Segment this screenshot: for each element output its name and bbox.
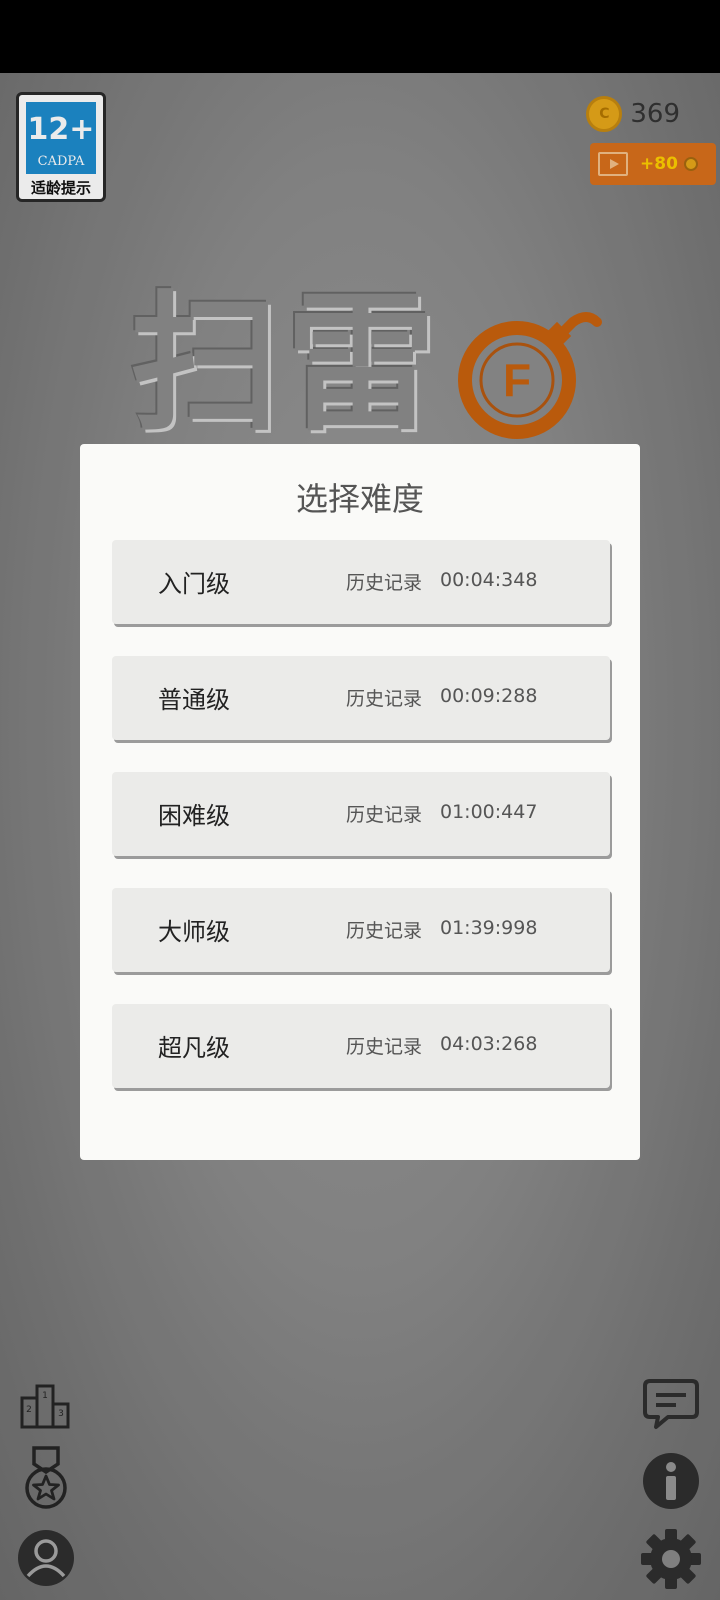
achievement-medal-icon[interactable] [22,1446,70,1510]
level-button-hard[interactable]: 困难级 历史记录 01:00:447 [112,772,610,856]
podium-number-3: 3 [58,1409,64,1419]
record-label: 历史记录 [346,1036,423,1058]
dialog-title: 选择难度 [295,480,424,518]
record-label: 历史记录 [346,572,423,594]
level-name: 困难级 [158,802,230,830]
record-time: 01:00:447 [440,801,538,823]
record-label: 历史记录 [346,920,423,942]
level-name: 大师级 [158,918,230,946]
level-name: 普通级 [158,686,230,714]
podium-number-1: 1 [42,1391,48,1401]
level-button-extraordinary[interactable]: 超凡级 历史记录 04:03:268 [112,1004,610,1088]
status-bar [0,0,720,73]
record-time: 00:09:288 [440,685,538,707]
feedback-message-icon[interactable] [642,1378,700,1430]
level-button-master[interactable]: 大师级 历史记录 01:39:998 [112,888,610,972]
podium-number-2: 2 [26,1405,32,1415]
difficulty-dialog: 选择难度 入门级 历史记录 00:04:348 普通级 历史记录 00:09:2… [80,444,640,1160]
level-button-beginner[interactable]: 入门级 历史记录 00:04:348 [112,540,610,624]
record-label: 历史记录 [346,804,423,826]
record-time: 04:03:268 [440,1033,538,1055]
level-name: 超凡级 [158,1034,230,1062]
level-button-normal[interactable]: 普通级 历史记录 00:09:288 [112,656,610,740]
record-time: 01:39:998 [440,917,538,939]
settings-gear-icon[interactable] [640,1528,702,1590]
user-profile-icon[interactable] [16,1528,76,1588]
info-icon[interactable] [642,1452,700,1510]
leaderboard-podium-icon[interactable]: 1 2 3 [20,1382,70,1430]
record-time: 00:04:348 [440,569,538,591]
record-label: 历史记录 [346,688,423,710]
level-name: 入门级 [158,570,230,598]
